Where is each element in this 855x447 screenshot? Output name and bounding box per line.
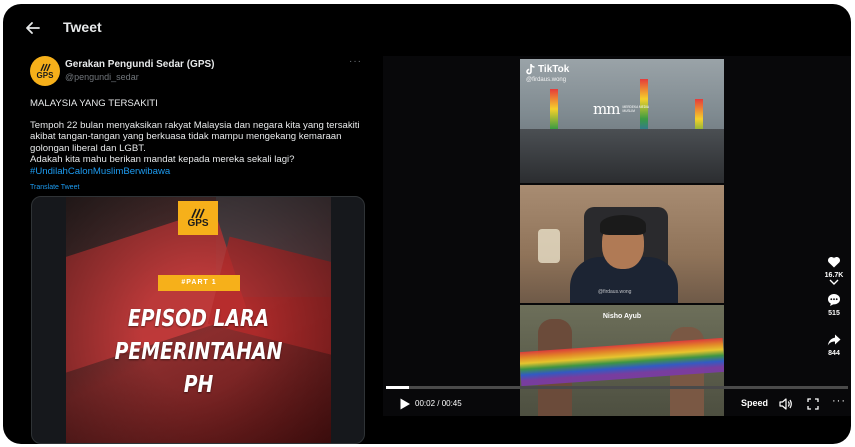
comment-icon	[828, 294, 840, 306]
video-watermark: @firdaus.wong	[598, 289, 632, 295]
heart-icon	[827, 256, 841, 268]
headline-line: PH	[183, 372, 214, 398]
lamp	[538, 229, 560, 263]
tiktok-brand: TikTok	[538, 64, 570, 75]
fullscreen-icon	[807, 398, 819, 410]
next-video-button[interactable]	[829, 278, 839, 289]
tiktok-watermark: TikTok @firdaus.wong	[526, 64, 569, 83]
headline-line: EPISOD LARA	[127, 306, 270, 332]
like-button[interactable]: 16.7K	[819, 255, 849, 279]
share-icon	[827, 334, 841, 346]
tiktok-username: @firdaus.wong	[526, 77, 567, 83]
org-logo: mm MERDEKA MEDIA MUSLIM	[593, 100, 656, 118]
poster-logo-text: GPS	[187, 217, 209, 229]
video-caption-name: Nisho Ayub	[602, 313, 642, 320]
person-hair	[600, 215, 646, 235]
video-more-button[interactable]: ···	[832, 395, 846, 407]
poster-logo: GPS	[178, 201, 218, 235]
comment-button[interactable]: 515	[819, 293, 849, 317]
avatar[interactable]: GPS	[30, 56, 60, 86]
hashtag-link[interactable]: #UndilahCalonMuslimBerwibawa	[30, 166, 370, 178]
video-progress-bar[interactable]	[386, 386, 848, 389]
share-count: 844	[828, 350, 840, 357]
play-button[interactable]	[399, 397, 411, 410]
tiktok-icon	[526, 64, 535, 75]
author-handle[interactable]: @pengundi_sedar	[65, 72, 139, 82]
poster-image: GPS #PART 1 EPISOD LARA PEMERINTAHAN PH	[66, 197, 331, 443]
author-name[interactable]: Gerakan Pengundi Sedar (GPS)	[65, 59, 214, 70]
tweet-text: MALAYSIA YANG TERSAKITI Tempoh 22 bulan …	[30, 98, 370, 177]
part-badge: #PART 1	[158, 275, 240, 291]
volume-button[interactable]	[779, 397, 793, 410]
tweet-body-2: Adakah kita mahu berikan mandat kepada m…	[30, 154, 295, 165]
org-logo-words: MERDEKA MEDIA MUSLIM	[622, 105, 649, 113]
video-player[interactable]: @firdaus.wong Nisho Ayub TikTok @firdaus…	[383, 56, 851, 416]
header-bar: Tweet	[3, 4, 851, 52]
volume-icon	[779, 398, 792, 410]
share-button[interactable]: 844	[819, 333, 849, 357]
chevron-down-icon	[829, 279, 839, 285]
like-count: 16.7K	[824, 272, 844, 279]
video-time: 00:02 / 00:45	[415, 399, 462, 408]
tweet-heading: MALAYSIA YANG TERSAKITI	[30, 98, 158, 109]
tweet-media[interactable]: GPS #PART 1 EPISOD LARA PEMERINTAHAN PH	[31, 196, 365, 444]
tweet-body-1: Tempoh 22 bulan menyaksikan rakyat Malay…	[30, 119, 360, 154]
play-icon	[400, 398, 410, 410]
video-progress-fill	[386, 386, 410, 389]
more-options-button[interactable]: ···	[349, 56, 362, 67]
poster-headline: EPISOD LARA PEMERINTAHAN PH	[90, 303, 307, 402]
video-clip-rally	[520, 305, 724, 416]
gps-logo-icon	[191, 208, 205, 218]
tweet-detail-view: Tweet GPS Gerakan Pengundi Sedar (GPS) @…	[3, 4, 851, 444]
arrow-left-icon	[26, 22, 40, 34]
headline-line: PEMERINTAHAN	[114, 339, 283, 365]
translate-tweet-link[interactable]: Translate Tweet	[30, 184, 79, 191]
fullscreen-button[interactable]	[807, 397, 819, 410]
back-button[interactable]	[23, 18, 43, 38]
page-title: Tweet	[63, 19, 102, 35]
speed-button[interactable]: Speed	[741, 398, 768, 408]
org-logo-mark: mm	[593, 100, 620, 118]
crowd	[520, 129, 724, 183]
avatar-text: GPS	[36, 70, 54, 80]
comment-count: 515	[828, 310, 840, 317]
video-clip-interview: @firdaus.wong	[520, 185, 724, 303]
